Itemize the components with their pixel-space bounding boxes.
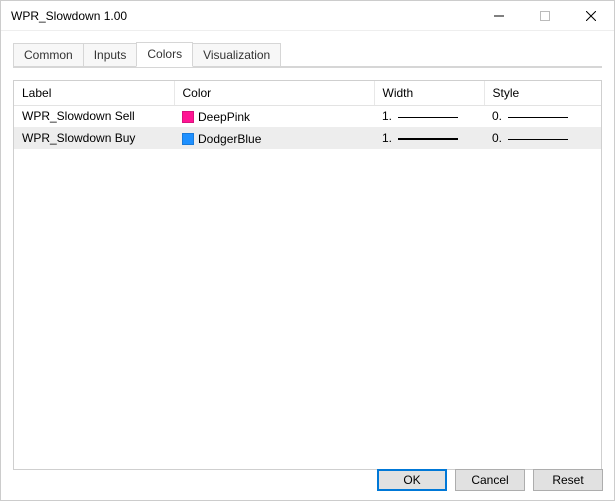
- line-style-sample-icon: [508, 117, 568, 118]
- cell-width[interactable]: 1.: [374, 127, 484, 149]
- col-header-label[interactable]: Label: [14, 81, 174, 106]
- col-header-width[interactable]: Width: [374, 81, 484, 106]
- tab-visualization[interactable]: Visualization: [192, 43, 281, 67]
- tab-inputs[interactable]: Inputs: [83, 43, 138, 67]
- tab-common[interactable]: Common: [13, 43, 84, 67]
- maximize-button: [522, 1, 568, 31]
- tab-colors[interactable]: Colors: [136, 42, 193, 67]
- reset-button[interactable]: Reset: [533, 469, 603, 491]
- width-value: 1.: [382, 109, 392, 123]
- table-row[interactable]: WPR_Slowdown Sell DeepPink 1. 0.: [14, 106, 601, 128]
- cell-color[interactable]: DodgerBlue: [174, 127, 374, 149]
- width-value: 1.: [382, 131, 392, 145]
- minimize-button[interactable]: [476, 1, 522, 31]
- line-style-sample-icon: [508, 139, 568, 140]
- color-name: DeepPink: [198, 110, 250, 124]
- ok-button[interactable]: OK: [377, 469, 447, 491]
- table-row[interactable]: WPR_Slowdown Buy DodgerBlue 1. 0.: [14, 127, 601, 149]
- grid-header-row: Label Color Width Style: [14, 81, 601, 106]
- colors-grid[interactable]: Label Color Width Style WPR_Slowdown Sel…: [13, 80, 602, 470]
- col-header-style[interactable]: Style: [484, 81, 601, 106]
- cell-style[interactable]: 0.: [484, 106, 601, 128]
- window-title: WPR_Slowdown 1.00: [11, 9, 476, 23]
- dialog-footer: OK Cancel Reset: [377, 469, 603, 491]
- title-bar: WPR_Slowdown 1.00: [1, 1, 614, 31]
- style-value: 0.: [492, 109, 502, 123]
- cell-label: WPR_Slowdown Buy: [14, 127, 174, 149]
- color-name: DodgerBlue: [198, 132, 261, 146]
- close-button[interactable]: [568, 1, 614, 31]
- color-swatch-icon: [182, 133, 194, 145]
- line-width-sample-icon: [398, 117, 458, 118]
- cancel-button[interactable]: Cancel: [455, 469, 525, 491]
- line-width-sample-icon: [398, 138, 458, 140]
- tab-content: Label Color Width Style WPR_Slowdown Sel…: [1, 68, 614, 482]
- col-header-color[interactable]: Color: [174, 81, 374, 106]
- style-value: 0.: [492, 131, 502, 145]
- cell-color[interactable]: DeepPink: [174, 106, 374, 128]
- cell-label: WPR_Slowdown Sell: [14, 106, 174, 128]
- cell-style[interactable]: 0.: [484, 127, 601, 149]
- color-swatch-icon: [182, 111, 194, 123]
- tab-strip: Common Inputs Colors Visualization: [1, 31, 614, 66]
- cell-width[interactable]: 1.: [374, 106, 484, 128]
